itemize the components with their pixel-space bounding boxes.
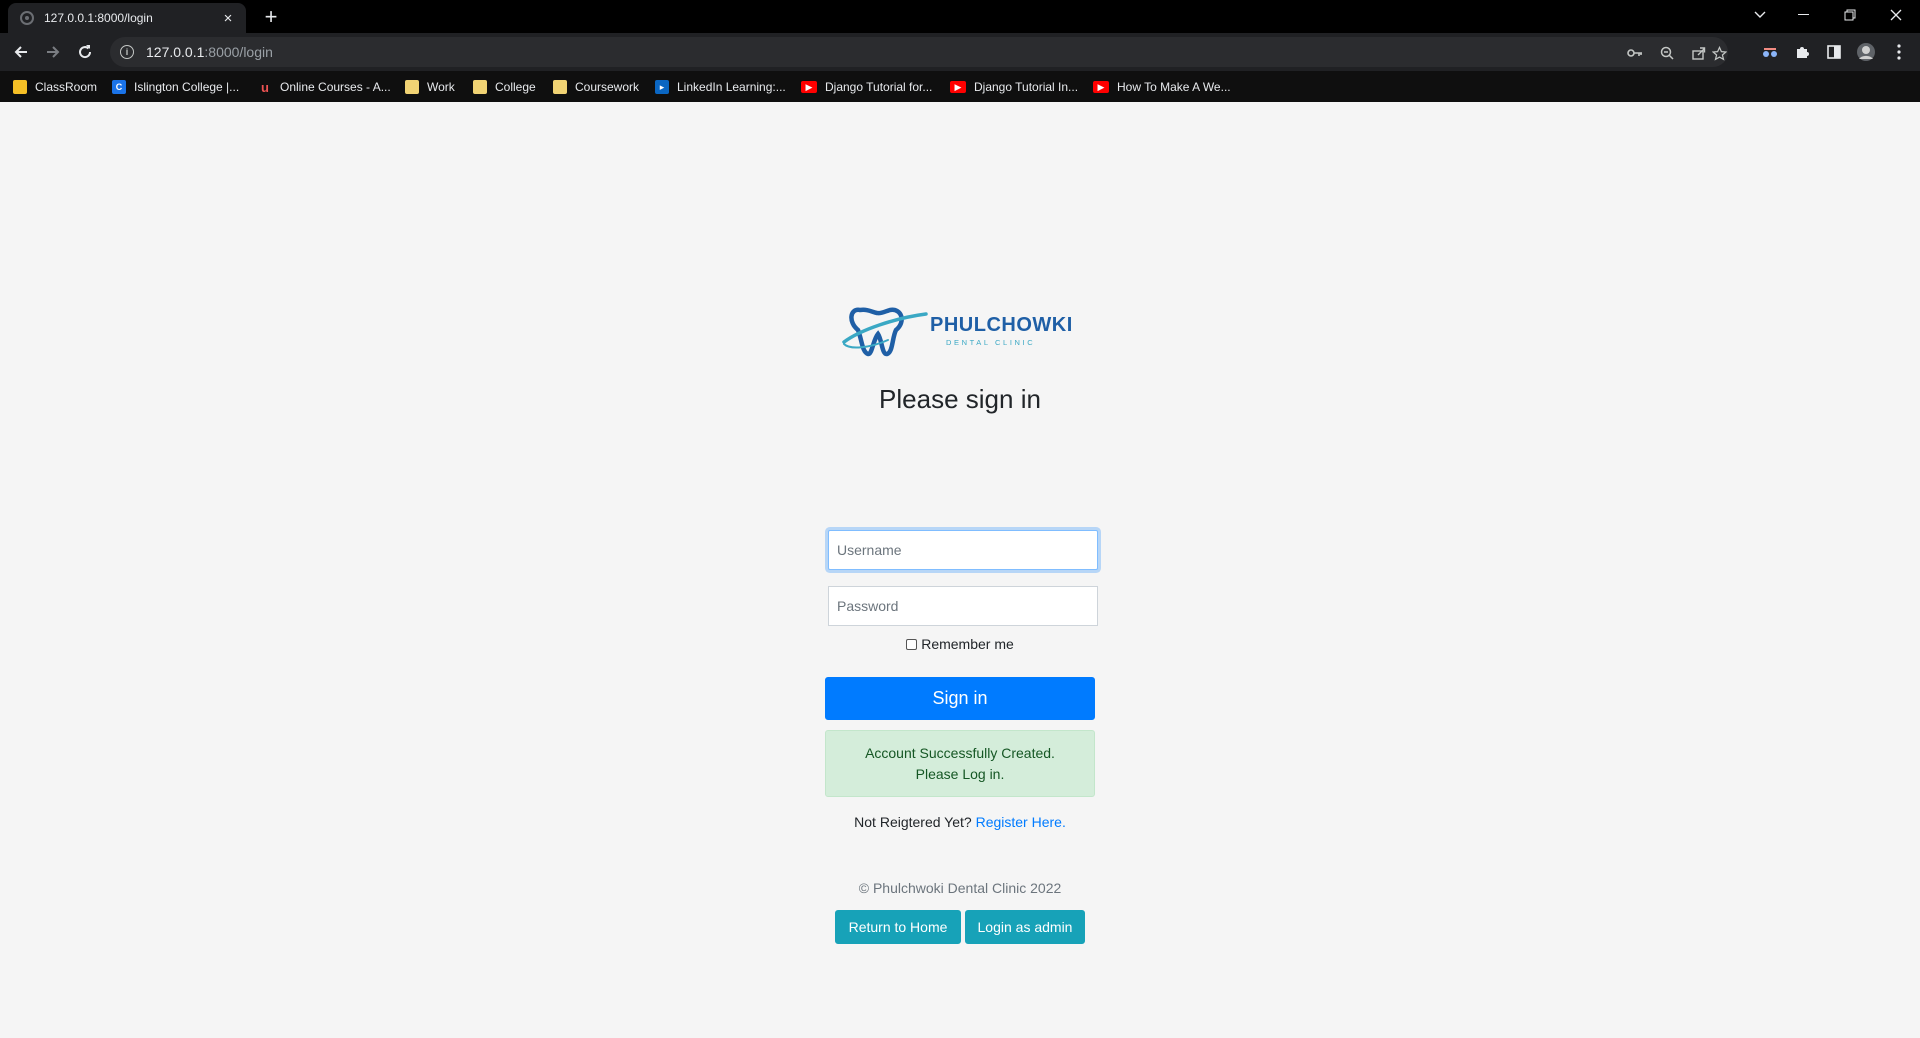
linkedin-icon: ▸ [655, 80, 669, 94]
youtube-icon: ▶ [950, 81, 966, 93]
bookmark-label: Online Courses - A... [280, 80, 391, 94]
bookmark-udemy[interactable]: u Online Courses - A... [258, 78, 391, 96]
incognito-extension-icon[interactable] [1757, 39, 1783, 65]
key-icon[interactable] [1626, 44, 1644, 62]
side-panel-icon[interactable] [1821, 39, 1847, 65]
classroom-icon [13, 80, 27, 94]
bookmarks-bar: ClassRoom C Islington College |... u Onl… [0, 71, 1920, 102]
password-input[interactable] [828, 586, 1098, 626]
clinic-logo: PHULCHOWKI DENTAL CLINIC [840, 300, 1080, 360]
success-alert: Account Successfully Created. Please Log… [825, 730, 1095, 797]
username-input[interactable] [828, 530, 1098, 570]
page-content: PHULCHOWKI DENTAL CLINIC Please sign in … [0, 102, 1920, 1038]
logo-name: PHULCHOWKI [930, 314, 1073, 336]
bookmark-label: How To Make A We... [1117, 80, 1231, 94]
youtube-icon: ▶ [801, 81, 817, 93]
remember-label: Remember me [921, 636, 1014, 652]
remember-checkbox[interactable] [906, 638, 918, 650]
bookmark-star-icon[interactable] [1710, 44, 1728, 62]
bookmark-college[interactable]: College [473, 78, 536, 96]
return-home-button[interactable]: Return to Home [835, 910, 961, 944]
back-icon[interactable] [8, 39, 34, 65]
site-info-icon[interactable]: i [120, 45, 134, 59]
tooth-logo-icon [842, 307, 928, 357]
share-icon[interactable] [1690, 44, 1708, 62]
close-tab-icon[interactable]: × [216, 10, 240, 27]
bookmark-coursework[interactable]: Coursework [553, 78, 639, 96]
admin-login-button[interactable]: Login as admin [965, 910, 1085, 944]
bookmark-label: ClassRoom [35, 80, 98, 94]
browser-tab[interactable]: 127.0.0.1:8000/login × [8, 3, 246, 33]
folder-icon [553, 80, 567, 94]
new-tab-button[interactable]: + [258, 5, 284, 31]
alert-line-2: Please Log in. [915, 766, 1005, 782]
bookmark-classroom[interactable]: ClassRoom [13, 78, 97, 96]
bookmark-linkedin[interactable]: ▸ LinkedIn Learning:... [655, 78, 786, 96]
logo-subtitle: DENTAL CLINIC [946, 338, 1036, 347]
udemy-icon: u [261, 79, 269, 95]
forward-icon[interactable] [40, 39, 66, 65]
remember-me[interactable]: Remember me [825, 636, 1095, 652]
youtube-icon: ▶ [1093, 81, 1109, 93]
tab-title: 127.0.0.1:8000/login [44, 11, 153, 25]
restore-icon[interactable] [1828, 0, 1872, 30]
bookmark-label: Django Tutorial In... [974, 80, 1079, 94]
alert-line-1: Account Successfully Created. [865, 745, 1055, 761]
profile-avatar[interactable] [1853, 39, 1879, 65]
folder-icon [473, 80, 487, 94]
bookmark-django-2[interactable]: ▶ Django Tutorial In... [950, 78, 1078, 96]
bookmark-islington[interactable]: C Islington College |... [112, 78, 239, 96]
page-title: Please sign in [879, 384, 1041, 414]
reload-icon[interactable] [72, 39, 98, 65]
bookmark-label: Coursework [575, 80, 640, 94]
url-path: :8000/login [204, 44, 273, 60]
bookmark-work[interactable]: Work [405, 78, 455, 96]
browser-toolbar: i 127.0.0.1 :8000/login [0, 33, 1920, 71]
bookmark-django-1[interactable]: ▶ Django Tutorial for... [801, 78, 932, 96]
islington-icon: C [112, 80, 126, 94]
register-text: Not Reigtered Yet? [854, 814, 972, 830]
signin-button[interactable]: Sign in [825, 677, 1095, 720]
copyright: © Phulchwoki Dental Clinic 2022 [858, 880, 1062, 896]
tab-strip: 127.0.0.1:8000/login × + [0, 0, 1920, 33]
register-prompt: Not Reigtered Yet? Register Here. [825, 814, 1095, 830]
zoom-icon[interactable] [1658, 44, 1676, 62]
bookmark-how-to[interactable]: ▶ How To Make A We... [1093, 78, 1231, 96]
extensions-puzzle-icon[interactable] [1789, 39, 1815, 65]
bookmark-label: Work [427, 80, 455, 94]
address-bar[interactable]: i 127.0.0.1 :8000/login [110, 37, 1728, 67]
close-window-icon[interactable] [1874, 0, 1918, 30]
folder-icon [405, 80, 419, 94]
globe-icon [20, 11, 34, 25]
bookmark-label: LinkedIn Learning:... [677, 80, 786, 94]
bookmark-label: Django Tutorial for... [825, 80, 933, 94]
minimize-icon[interactable] [1782, 0, 1826, 30]
browser-chrome: 127.0.0.1:8000/login × + i 127.0.0.1:80… [0, 0, 1920, 102]
tab-search-icon[interactable] [1738, 0, 1782, 30]
url-host: 127.0.0.1 [146, 44, 205, 60]
bookmark-label: College [495, 80, 536, 94]
bookmark-label: Islington College |... [134, 80, 240, 94]
menu-kebab-icon[interactable] [1886, 39, 1912, 65]
register-link[interactable]: Register Here. [976, 814, 1066, 830]
